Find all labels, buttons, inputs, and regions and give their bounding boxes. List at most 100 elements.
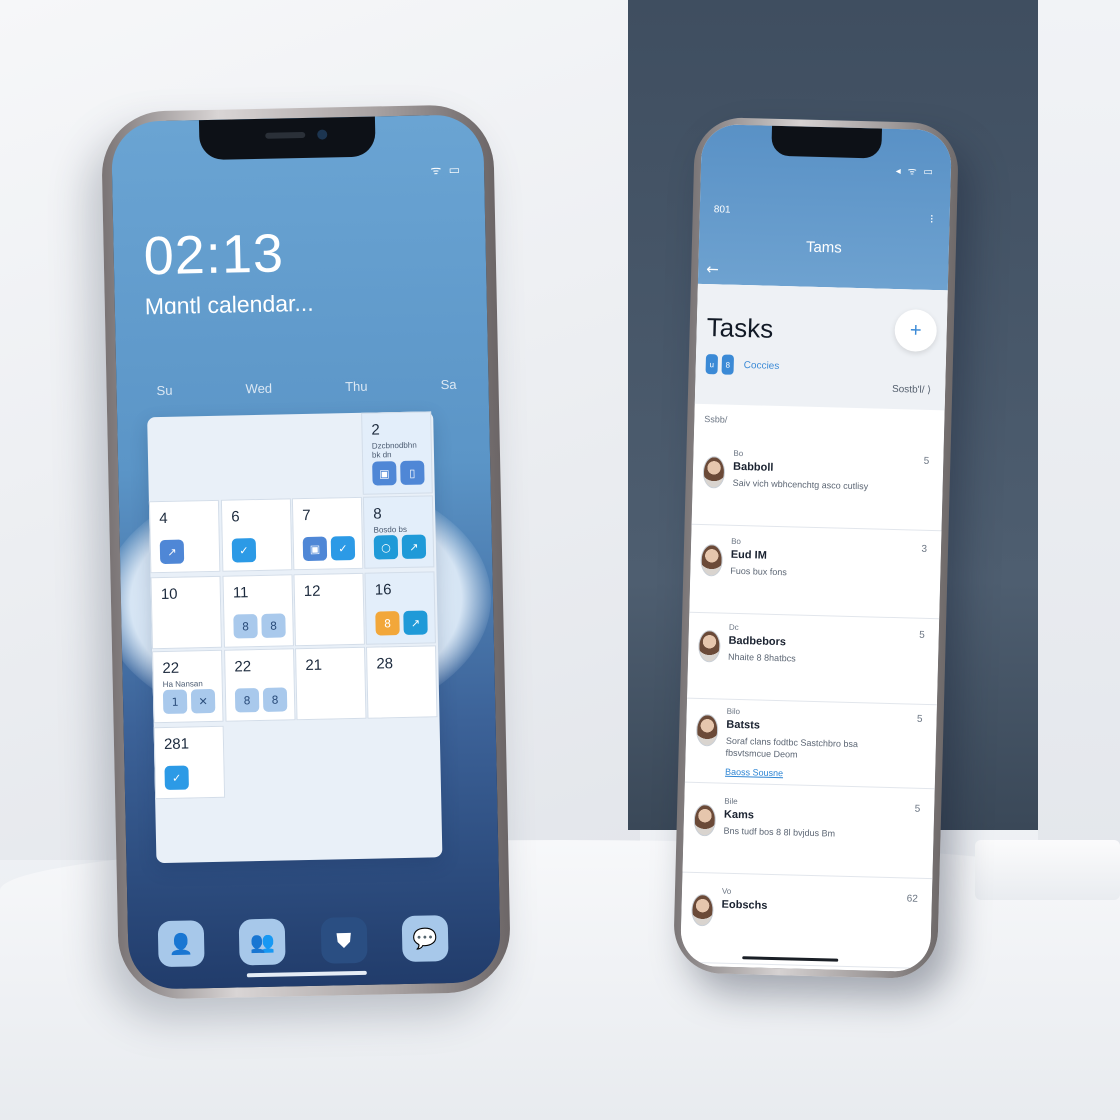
calendar-phone: ᯤ ▭ 02:13 Mɑntl calendar... Su Wed Thu S… [100,103,512,1001]
clock-time: 02:13 [143,223,285,287]
weekday-label: Wed [245,380,273,397]
shield-icon[interactable]: ⛊ [320,916,368,964]
event-badge-icon[interactable]: ↗ [401,534,427,559]
task-name: Babboll [732,460,774,474]
event-badge-icon[interactable]: ▯ [400,460,425,486]
task-name: Batsts [726,718,761,732]
task-row[interactable]: Bo Babboll Saiv vich wbhcenchtg asco cutli… [691,437,944,532]
notch [198,116,376,161]
event-badge-icon[interactable]: 8 [262,687,288,712]
chat-icon[interactable]: 💬 [401,915,449,963]
event-badge-icon[interactable]: ▣ [302,536,328,562]
calendar-day-cell[interactable]: 8 Bosdo bs ○ ↗ [362,495,435,569]
event-badge-icon[interactable]: 8 [234,688,260,713]
event-badges: 1 ✕ [162,688,216,715]
task-row[interactable]: Dc Badbebors Nhaite 8 8hatbcs 5 [687,611,940,706]
tasks-heading-area: Tasks + u 8 Coccies Sostb'l/ ⟩ [694,283,948,411]
event-badges: ✓ [231,538,257,563]
event-badge-icon[interactable]: ✓ [330,535,356,561]
calendar-day-cell[interactable]: 28 [365,645,438,719]
calendar-day-cell[interactable]: 22 Ha Nansan 1 ✕ [152,649,224,724]
day-number: 11 [232,584,249,602]
person-icon[interactable]: 👤 [157,920,205,968]
event-badges: ▣ ✓ [302,535,356,562]
tasks-phone: 801 ◂ ᯤ ▭ ⁝ Tams ← Tasks + u 8 Coccies S… [672,116,960,980]
add-task-button[interactable]: + [894,308,938,353]
app-dock: 👤 👥 ⛊ 💬 [157,915,449,968]
status-icons: ◂ ᯤ ▭ [895,165,936,178]
event-badge-icon[interactable]: 1 [162,689,188,715]
event-badge-icon[interactable]: ✓ [164,765,189,791]
task-count: 5 [914,803,921,815]
avatar [695,713,719,747]
app-header: 801 ◂ ᯤ ▭ ⁝ Tams ← [697,123,952,291]
event-badges: ↗ [159,539,185,565]
event-badge-icon[interactable]: 8 [261,613,286,638]
task-description: Bns tudf bos 8 8l bvjdus Bm [723,825,836,839]
more-icon[interactable]: ⁝ [930,212,934,226]
day-number: 21 [305,656,323,675]
calendar-screen: ᯤ ▭ 02:13 Mɑntl calendar... Su Wed Thu S… [110,114,502,990]
task-row[interactable]: Bilo Batsts Soraf clans fodtbc Sastchbro b… [684,695,938,790]
filter-chips: u 8 Coccies [705,354,780,376]
event-badge-icon[interactable]: ▣ [372,461,397,486]
avatar [693,803,717,837]
task-meta: Bo [731,536,742,547]
calendar-day-cell[interactable]: 281 ✓ [153,725,226,800]
back-arrow-icon[interactable]: ← [706,260,719,278]
section-label: Ssbb/ [704,414,728,425]
avatar [700,543,724,577]
tasks-pane: Tasks + u 8 Coccies Sostb'l/ ⟩ Ssbb/ Bo B… [680,283,948,973]
task-row[interactable]: Bo Eud IM Fuos bux fons 3 [689,525,942,620]
event-badge-icon[interactable]: ✓ [231,538,257,563]
event-badge-icon[interactable]: ✕ [190,688,216,714]
sort-button[interactable]: Sostb'l/ ⟩ [892,384,931,396]
calendar-day-cell[interactable]: 12 [293,572,365,647]
day-note: Bosdo bs [373,524,408,535]
filter-chip[interactable]: u [705,354,719,375]
people-icon[interactable]: 👥 [239,918,286,966]
avatar [697,629,721,663]
event-badge-icon[interactable]: ○ [373,535,399,560]
task-count: 3 [921,543,928,555]
calendar-subtitle: Mɑntl calendar... [144,289,314,320]
event-badge-icon[interactable]: 8 [375,611,400,636]
backdrop-right [1038,0,1120,860]
event-badge-icon[interactable]: ↗ [159,539,185,565]
calendar-day-cell[interactable]: 16 8 ↗ [364,571,436,645]
day-number: 16 [374,581,392,599]
day-number: 281 [163,735,190,754]
task-count: 5 [919,629,925,641]
event-badges: 88 [234,687,288,713]
calendar-day-cell[interactable]: 6 ✓ [220,498,293,572]
day-number: 22 [162,659,180,678]
day-number: 22 [234,658,252,676]
event-badges: ○ ↗ [373,534,427,560]
task-link[interactable]: Baoss Sousne [725,767,783,779]
task-row[interactable]: Bile Kams Bns tudf bos 8 8l bvjdus Bm 5 [682,785,935,880]
calendar-day-cell[interactable]: 7 ▣ ✓ [291,496,364,571]
calendar-day-cell[interactable]: 11 8 8 [222,574,294,648]
task-name: Eud IM [730,548,768,562]
calendar-day-cell[interactable]: 21 [295,646,367,721]
task-row[interactable]: Vo Eobschs 62 [680,875,933,970]
calendar-day-cell[interactable]: 2 Dzcbnodbhn bk dn ▣ ▯ [361,411,433,495]
calendar-day-cell[interactable]: 22 8 8 [224,648,296,722]
home-indicator[interactable] [246,970,367,978]
event-badge-icon[interactable]: ↗ [403,610,428,635]
event-badges: ✓ [164,765,189,791]
task-meta: Dc [728,622,739,633]
weekday-label: Sa [440,376,457,393]
header-title: Tams [805,238,843,257]
calendar-day-cell[interactable]: 10 [150,575,222,650]
filter-chip[interactable]: 8 [721,354,735,375]
event-badge-icon[interactable]: 8 [233,614,258,639]
calendar-day-cell[interactable]: 4 ↗ [148,499,221,574]
day-number: 8 [373,505,382,523]
notch [771,125,883,159]
day-number: 6 [231,508,240,526]
display-block [975,840,1120,900]
day-number: 2 [371,421,380,439]
event-badges: ▣ ▯ [372,460,425,486]
filter-label[interactable]: Coccies [744,360,780,372]
